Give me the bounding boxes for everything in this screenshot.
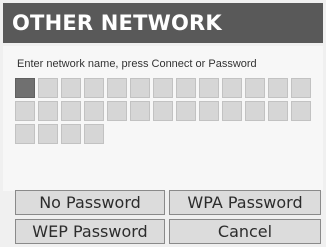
entry-cell[interactable] [268, 101, 288, 121]
other-network-screen: OTHER NETWORK Enter network name, press … [0, 0, 326, 247]
entry-cell[interactable] [61, 124, 81, 144]
entry-cell[interactable] [15, 101, 35, 121]
entry-cell[interactable] [222, 78, 242, 98]
entry-cell[interactable] [176, 101, 196, 121]
wep-password-button[interactable]: WEP Password [15, 219, 165, 244]
cancel-button[interactable]: Cancel [169, 219, 321, 244]
entry-cell[interactable] [38, 78, 58, 98]
entry-cell[interactable] [107, 101, 127, 121]
entry-cell[interactable] [245, 101, 265, 121]
entry-cell[interactable] [199, 78, 219, 98]
entry-cell[interactable] [130, 78, 150, 98]
entry-cell[interactable] [61, 101, 81, 121]
button-group: No Password WPA Password WEP Password Ca… [15, 190, 321, 244]
entry-cell[interactable] [153, 101, 173, 121]
entry-cell[interactable] [84, 78, 104, 98]
entry-cell[interactable] [245, 78, 265, 98]
entry-cell[interactable] [15, 124, 35, 144]
entry-cell[interactable] [291, 101, 311, 121]
entry-cell[interactable] [38, 124, 58, 144]
entry-cell[interactable] [222, 101, 242, 121]
wpa-password-button[interactable]: WPA Password [169, 190, 321, 215]
entry-cell[interactable] [176, 78, 196, 98]
entry-cell[interactable] [199, 101, 219, 121]
entry-cell[interactable] [38, 101, 58, 121]
network-name-entry[interactable] [15, 78, 320, 144]
entry-cell[interactable] [153, 78, 173, 98]
no-password-button[interactable]: No Password [15, 190, 165, 215]
entry-cell[interactable] [84, 101, 104, 121]
entry-cell[interactable] [84, 124, 104, 144]
entry-cell[interactable] [268, 78, 288, 98]
entry-cell[interactable] [107, 78, 127, 98]
page-title: OTHER NETWORK [3, 3, 323, 43]
entry-cell-cursor[interactable] [15, 78, 35, 98]
instruction-text: Enter network name, press Connect or Pas… [17, 58, 257, 70]
entry-cell[interactable] [291, 78, 311, 98]
entry-cell[interactable] [130, 101, 150, 121]
entry-cell[interactable] [61, 78, 81, 98]
